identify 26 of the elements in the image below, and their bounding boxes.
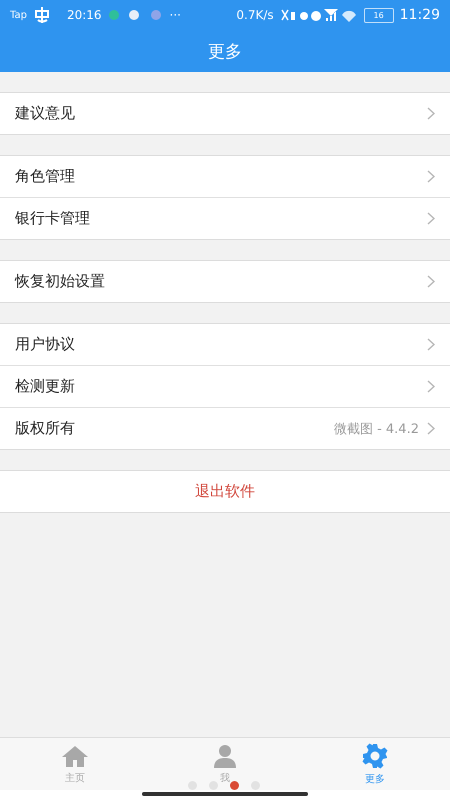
menu-row[interactable]: 银行卡管理	[0, 197, 450, 239]
chevron-icon	[427, 212, 435, 225]
house-icon	[61, 744, 89, 768]
network-speed: 0.7K/s	[236, 8, 274, 22]
more-notifications: ···	[170, 8, 181, 22]
menu-row[interactable]: 恢复初始设置	[0, 261, 450, 302]
person-icon	[213, 744, 237, 768]
menu-row[interactable]: 角色管理	[0, 156, 450, 197]
chevron-icon	[427, 275, 435, 288]
menu-row[interactable]: 用户协议	[0, 324, 450, 365]
notification-time: 20:16	[66, 8, 102, 22]
chevron-icon	[427, 422, 435, 435]
page-title: 更多	[208, 40, 242, 62]
notification-icons-drawing	[108, 9, 164, 21]
carrier-label: Tap	[10, 10, 27, 20]
chevron-icon	[427, 380, 435, 393]
battery-icon: 16	[364, 8, 394, 22]
app-icon	[32, 6, 51, 24]
menu-row[interactable]: 版权所有 微截图 - 4.4.2	[0, 407, 450, 449]
chevron-icon	[427, 107, 435, 120]
settings-icon	[362, 742, 388, 768]
chevron-icon	[427, 338, 435, 351]
menu-row[interactable]: 建议意见	[0, 93, 450, 134]
status-time: 11:29	[400, 7, 440, 23]
menu-row[interactable]: 检测更新	[0, 365, 450, 407]
chevron-icon	[427, 170, 435, 183]
